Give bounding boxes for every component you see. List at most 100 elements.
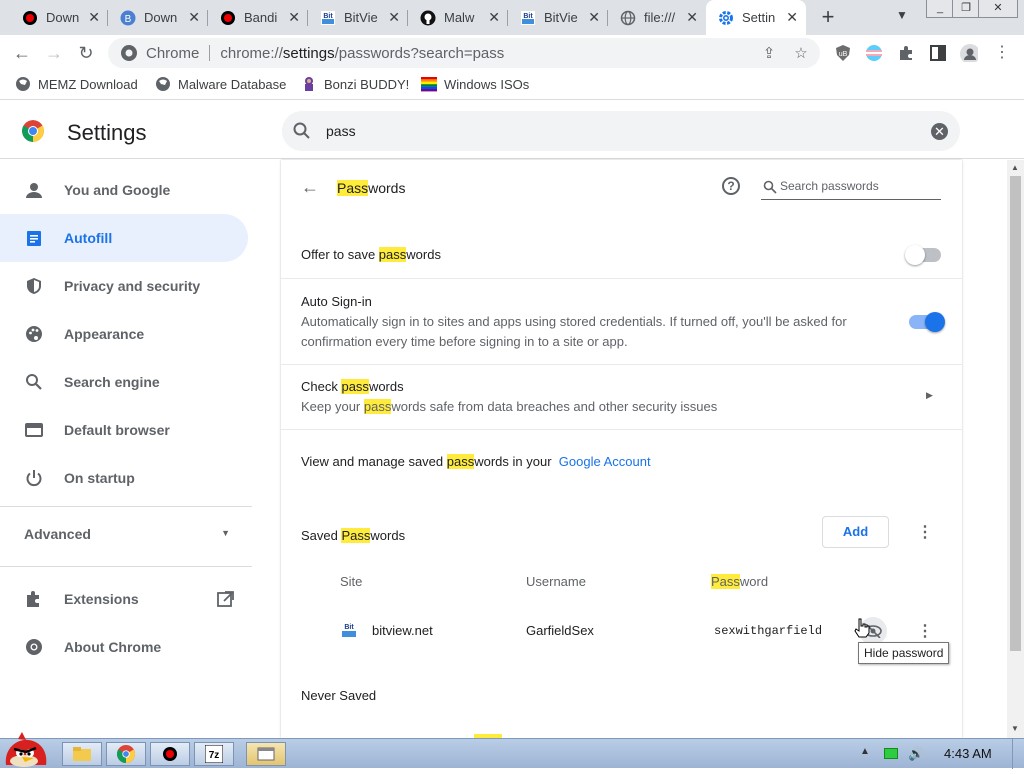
- page-title: Settings: [67, 120, 147, 145]
- sidebar-item-on-startup[interactable]: On startup: [0, 454, 248, 502]
- rainbow-flag-icon: [421, 77, 437, 92]
- close-icon[interactable]: ✕: [288, 9, 300, 26]
- share-icon[interactable]: ⇪: [760, 44, 778, 62]
- sidebar-item-search-engine[interactable]: Search engine: [0, 358, 248, 406]
- site-info[interactable]: Chrome: [108, 44, 199, 62]
- globe-icon: [156, 77, 170, 91]
- close-icon[interactable]: ✕: [786, 9, 798, 26]
- omnibox[interactable]: Chrome chrome://settings/passwords?searc…: [108, 38, 820, 68]
- volume-icon[interactable]: 🔊: [908, 746, 924, 762]
- tab-8-active[interactable]: Settin ✕: [706, 0, 806, 35]
- scroll-thumb[interactable]: [1010, 176, 1021, 651]
- star-icon[interactable]: ☆: [792, 44, 810, 62]
- tab-title: BitVie: [544, 10, 578, 25]
- sidebar-item-autofill[interactable]: Autofill: [0, 214, 248, 262]
- search-passwords-input[interactable]: Search passwords: [761, 176, 941, 200]
- bookmark-windows-isos[interactable]: Windows ISOs: [421, 76, 529, 92]
- google-account-link[interactable]: Google Account: [559, 454, 651, 469]
- auto-signin-row: Auto Sign-in Automatically sign in to si…: [281, 279, 962, 365]
- search-value[interactable]: pass: [326, 123, 356, 139]
- tab-5[interactable]: Malw ✕: [408, 0, 508, 35]
- puzzle-icon[interactable]: [897, 44, 915, 62]
- tab-3[interactable]: Bandi ✕: [208, 0, 308, 35]
- angry-bird-icon: [5, 732, 47, 767]
- auto-signin-toggle[interactable]: [909, 312, 945, 332]
- offer-to-save-row: Offer to save passwords: [281, 222, 962, 279]
- reload-icon[interactable]: ↻: [74, 41, 98, 65]
- settings-search-input[interactable]: pass ✕: [282, 111, 960, 151]
- section-title: Passwords: [337, 180, 406, 196]
- new-tab-icon[interactable]: +: [816, 4, 840, 30]
- taskbar: 7z ▲ 🔊 4:43 AM: [0, 732, 1024, 769]
- passwords-page: ← Passwords ? Search passwords Offer to …: [281, 160, 962, 738]
- scroll-up-icon[interactable]: ▲: [1011, 163, 1019, 172]
- chevron-right-icon[interactable]: ▶: [926, 390, 933, 401]
- close-icon[interactable]: ✕: [88, 9, 100, 26]
- folder-icon: [73, 747, 91, 761]
- close-icon[interactable]: ✕: [588, 9, 600, 26]
- taskbar-chrome[interactable]: [106, 742, 146, 766]
- profile-icon[interactable]: [960, 44, 978, 62]
- tray-chevron-up-icon[interactable]: ▲: [860, 746, 870, 757]
- tooltip: Hide password: [858, 642, 950, 664]
- sidebar-item-you-and-google[interactable]: You and Google: [0, 166, 248, 214]
- divider: [0, 506, 252, 507]
- clear-search-icon[interactable]: ✕: [931, 123, 948, 140]
- sidebar-item-appearance[interactable]: Appearance: [0, 310, 248, 358]
- offer-to-save-toggle[interactable]: [905, 245, 941, 265]
- menu-icon[interactable]: ⋮: [990, 41, 1014, 65]
- entry-site[interactable]: bitview.net: [372, 623, 433, 638]
- forward-icon[interactable]: →: [42, 41, 66, 65]
- bookmark-malware-db[interactable]: Malware Database: [155, 76, 286, 92]
- back-arrow-icon[interactable]: ←: [301, 177, 319, 198]
- tab-7[interactable]: file:/// ✕: [608, 0, 706, 35]
- sidebar-advanced[interactable]: Advanced ▼: [24, 526, 234, 546]
- flag-extension-icon[interactable]: [865, 44, 883, 62]
- tab-2[interactable]: B Down ✕: [108, 0, 208, 35]
- scroll-down-icon[interactable]: ▼: [1011, 724, 1019, 733]
- close-icon[interactable]: ✕: [686, 9, 698, 26]
- network-icon[interactable]: [884, 748, 898, 759]
- search-icon: [24, 372, 44, 392]
- close-icon[interactable]: ✕: [188, 9, 200, 26]
- tab-4[interactable]: Bit BitVie ✕: [308, 0, 408, 35]
- sidebar-item-privacy[interactable]: Privacy and security: [0, 262, 248, 310]
- back-icon[interactable]: ←: [10, 41, 34, 65]
- chevron-down-icon: ▼: [221, 528, 230, 538]
- tab-1[interactable]: Down ✕: [10, 0, 108, 35]
- entry-more-icon[interactable]: ⋮: [917, 621, 933, 641]
- minimize-icon[interactable]: _: [926, 0, 954, 18]
- check-passwords-subtitle: Keep your passwords safe from data breac…: [301, 399, 718, 414]
- chrome-icon: [121, 45, 137, 61]
- taskbar-explorer[interactable]: [62, 742, 102, 766]
- restore-icon[interactable]: ❐: [952, 0, 980, 18]
- window-close-icon[interactable]: ✕: [978, 0, 1018, 18]
- add-password-button[interactable]: Add: [822, 516, 889, 548]
- bookmark-bonzi[interactable]: Bonzi BUDDY!: [301, 76, 409, 92]
- entry-password: sexwithgarfield: [714, 624, 823, 638]
- side-panel-icon[interactable]: [929, 44, 947, 62]
- taskbar-active-window[interactable]: [246, 742, 286, 766]
- sidebar-item-extensions[interactable]: Extensions: [0, 575, 248, 623]
- svg-text:B: B: [125, 14, 132, 25]
- clock[interactable]: 4:43 AM: [944, 746, 992, 761]
- scrollbar[interactable]: ▲ ▼: [1007, 160, 1024, 738]
- more-actions-icon[interactable]: ⋮: [917, 522, 933, 542]
- help-icon[interactable]: ?: [722, 177, 740, 195]
- sidebar-item-default-browser[interactable]: Default browser: [0, 406, 248, 454]
- url-text[interactable]: chrome://settings/passwords?search=pass: [220, 45, 504, 62]
- check-passwords-row[interactable]: Check passwords Keep your passwords safe…: [281, 365, 962, 430]
- taskbar-7zip[interactable]: 7z: [194, 742, 234, 766]
- sidebar-item-about-chrome[interactable]: About Chrome: [0, 623, 248, 671]
- tab-6[interactable]: Bit BitVie ✕: [508, 0, 608, 35]
- taskbar-recorder[interactable]: [150, 742, 190, 766]
- tab-title: Settin: [742, 10, 776, 25]
- close-icon[interactable]: ✕: [488, 9, 500, 26]
- chevron-down-icon[interactable]: ▼: [896, 8, 908, 22]
- entry-username: GarfieldSex: [526, 623, 594, 638]
- close-icon[interactable]: ✕: [388, 9, 400, 26]
- ublock-icon[interactable]: uB: [834, 44, 852, 62]
- bookmark-memz[interactable]: MEMZ Download: [15, 76, 138, 92]
- show-desktop-button[interactable]: [1012, 739, 1024, 769]
- start-button[interactable]: [0, 731, 52, 769]
